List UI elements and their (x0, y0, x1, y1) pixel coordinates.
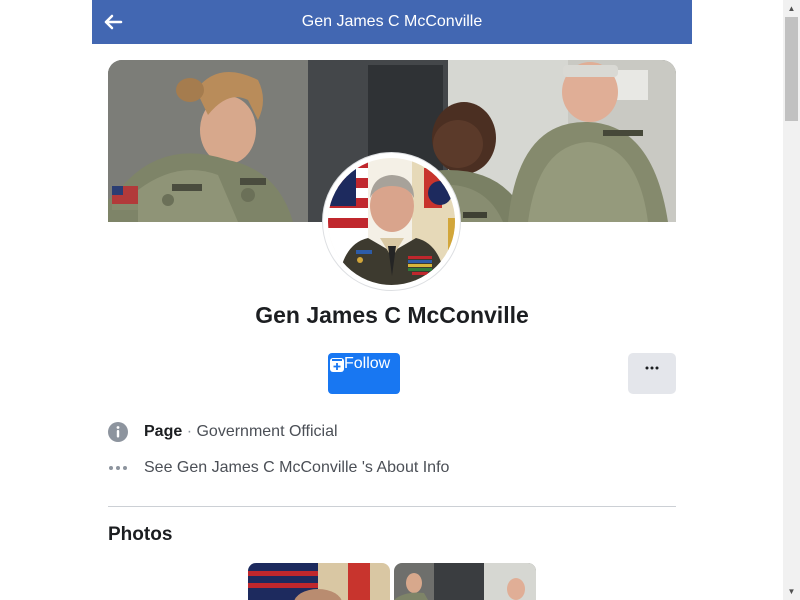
more-dots-icon (109, 466, 127, 470)
section-divider (108, 506, 676, 507)
page-label: Page (144, 423, 183, 440)
about-info-link[interactable]: See Gen James C McConville 's About Info (144, 459, 449, 477)
more-dots-icon (645, 366, 659, 370)
avatar-photo (328, 158, 455, 285)
info-circle-icon (108, 422, 128, 442)
profile-name: Gen James C McConville (255, 302, 529, 328)
top-header-bar: Gen James C McConville (92, 0, 692, 44)
photos-heading: Photos (108, 524, 173, 545)
follow-label: Follow (344, 355, 391, 372)
header-title: Gen James C McConville (301, 13, 483, 30)
page-category-row: Page · Government Official (108, 422, 676, 446)
follow-button[interactable]: Follow (328, 353, 400, 394)
scroll-down-arrow[interactable]: ▼ (783, 583, 800, 600)
more-options-button[interactable] (628, 353, 676, 394)
profile-avatar[interactable] (323, 153, 460, 290)
vertical-scrollbar[interactable]: ▲ ▼ (783, 0, 800, 600)
page-category: Government Official (196, 423, 338, 440)
category-separator: · (182, 423, 197, 440)
scroll-thumb[interactable] (785, 17, 798, 121)
photo-thumbnail[interactable] (248, 563, 390, 600)
about-info-row[interactable]: See Gen James C McConville 's About Info (108, 458, 676, 482)
scroll-up-arrow[interactable]: ▲ (783, 0, 800, 17)
photo-thumbnail[interactable] (394, 563, 536, 600)
follow-plus-icon (330, 358, 344, 372)
